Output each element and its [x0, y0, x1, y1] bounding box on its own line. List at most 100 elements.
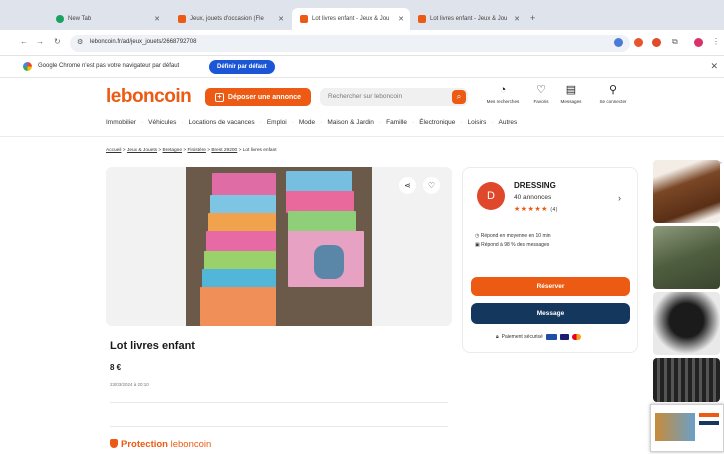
browser-tab-active[interactable]: Lot livres enfant - Jeux & Jou ✕ [292, 8, 410, 30]
ad-date: 23/03/2024 à 20:10 [110, 382, 149, 387]
star-icons: ★★★★★ [514, 206, 548, 213]
reserve-button[interactable]: Réserver [471, 277, 630, 296]
extension-icon[interactable] [652, 38, 661, 47]
category-link[interactable]: Mode [299, 119, 315, 126]
menu-dots-icon[interactable]: ⋮ [712, 37, 720, 46]
preview-bar [699, 413, 719, 417]
tab-label: Lot livres enfant - Jeux & Jou [312, 16, 390, 22]
close-infobar-icon[interactable]: ✕ [710, 61, 718, 72]
default-browser-infobar: Google Chrome n'est pas votre navigateur… [0, 56, 724, 78]
response-rate: Répond à 98 % des messages [481, 242, 550, 248]
picture-in-picture-preview[interactable] [650, 404, 724, 452]
site-header: leboncoin + Déposer une annonce Recherch… [0, 78, 724, 136]
leboncoin-favicon [418, 15, 426, 23]
header-divider [0, 136, 724, 137]
icon-label: Mes recherches [486, 99, 520, 104]
breadcrumb-link[interactable]: Accueil [106, 148, 121, 153]
category-link[interactable]: Loisirs [468, 119, 487, 126]
leboncoin-favicon [300, 15, 308, 23]
close-tab-icon[interactable]: ✕ [398, 15, 404, 23]
chat-icon: ▣ [475, 242, 480, 248]
tab-label: New Tab [68, 16, 92, 22]
ad-image-shorts[interactable] [653, 292, 720, 355]
back-icon[interactable]: ← [20, 37, 28, 46]
share-icon[interactable]: ⋖ [399, 177, 416, 194]
browser-tab[interactable]: Jeux, jouets d'occasion (Fle ✕ [170, 8, 290, 30]
category-link[interactable]: Maison & Jardin [327, 119, 374, 126]
login-link[interactable]: ⚲ Se connecter [592, 84, 634, 104]
new-tab-button[interactable]: + [530, 13, 535, 23]
bell-icon: ◔ [499, 84, 507, 96]
new-tab-icon [56, 15, 64, 23]
response-time: Répond en moyenne en 10 min [480, 233, 551, 239]
browser-tab[interactable]: Lot livres enfant - Jeux & Jou ✕ [410, 8, 526, 30]
secure-payment-label: Paiement sécurisé [501, 334, 543, 340]
rating-count: (4) [550, 207, 558, 213]
chrome-logo-icon [23, 62, 32, 71]
protection-brand: leboncoin [170, 439, 212, 450]
extension-icon[interactable] [634, 38, 643, 47]
leboncoin-logo[interactable]: leboncoin [106, 86, 192, 108]
clock-icon: ◷ [475, 233, 480, 239]
visa-card-icon [559, 334, 569, 340]
search-placeholder: Rechercher sur leboncoin [328, 93, 403, 100]
omnibox[interactable]: ⚙ leboncoin.fr/ad/jeux_jouets/2668792708… [70, 35, 630, 52]
category-link[interactable]: Locations de vacances [189, 119, 255, 126]
ad-image-jacket[interactable] [653, 226, 720, 289]
seller-ad-count: 40 annonces [514, 194, 552, 201]
reload-icon[interactable]: ↻ [54, 37, 61, 46]
ad-price: 8 € [110, 363, 122, 372]
section-divider [110, 402, 448, 403]
post-ad-label: Déposer une annonce [227, 93, 302, 101]
profile-avatar[interactable] [694, 38, 703, 47]
seller-rating: ★★★★★ (4) [514, 205, 558, 213]
breadcrumb: Accueil > Jeux & Jouets > Bretagne > Fin… [106, 148, 277, 153]
icon-label: Messages [560, 99, 582, 104]
chevron-right-icon[interactable]: › [618, 193, 621, 203]
close-tab-icon[interactable]: ✕ [514, 15, 520, 23]
shield-icon [110, 439, 118, 448]
browser-tab-bar: New Tab ✕ Jeux, jouets d'occasion (Fle ✕… [0, 0, 724, 30]
address-bar-row: ← → ↻ ⚙ leboncoin.fr/ad/jeux_jouets/2668… [0, 30, 724, 56]
seller-name[interactable]: DRESSING [514, 181, 556, 190]
close-tab-icon[interactable]: ✕ [278, 15, 284, 23]
set-default-button[interactable]: Définir par défaut [209, 60, 275, 74]
site-info-icon[interactable]: ⚙ [77, 38, 83, 46]
ad-title: Lot livres enfant [110, 340, 195, 352]
extensions-puzzle-icon[interactable]: ⧉ [672, 37, 678, 47]
forward-icon[interactable]: → [36, 37, 44, 46]
category-link[interactable]: Immobilier [106, 119, 136, 126]
breadcrumb-link[interactable]: Finistère [187, 148, 205, 153]
category-link[interactable]: Électronique [419, 119, 455, 126]
category-link[interactable]: Emploi [267, 119, 287, 126]
post-ad-button[interactable]: + Déposer une annonce [205, 88, 311, 106]
saved-searches-link[interactable]: ◔ Mes recherches [482, 84, 524, 104]
photo-gallery[interactable]: ⋖ ♡ [106, 167, 452, 326]
message-button[interactable]: Message [471, 303, 630, 324]
category-link[interactable]: Autres [499, 119, 518, 126]
infobar-message: Google Chrome n'est pas votre navigateur… [38, 63, 180, 69]
category-nav: Immobilier · Véhicules · Locations de vaca… [106, 119, 518, 126]
breadcrumb-link[interactable]: Bretagne [163, 148, 182, 153]
ad-image-bag[interactable] [653, 160, 720, 223]
ad-image-accessory[interactable] [653, 358, 720, 402]
ad-photo[interactable] [186, 167, 372, 326]
category-link[interactable]: Véhicules [148, 119, 176, 126]
section-divider [110, 426, 448, 427]
preview-bar [699, 421, 719, 425]
breadcrumb-link[interactable]: Brest 29200 [211, 148, 237, 153]
lock-icon: 🔒︎ [496, 334, 499, 340]
extension-icon[interactable] [614, 38, 623, 47]
url-text: leboncoin.fr/ad/jeux_jouets/2668792708 [90, 39, 197, 45]
tab-label: Lot livres enfant - Jeux & Jou [430, 16, 508, 22]
browser-tab[interactable]: New Tab ✕ [48, 8, 166, 30]
category-link[interactable]: Famille [386, 119, 407, 126]
favorite-heart-icon[interactable]: ♡ [423, 177, 440, 194]
search-input[interactable]: Rechercher sur leboncoin ⌕ [320, 88, 468, 106]
search-icon[interactable]: ⌕ [452, 90, 466, 104]
breadcrumb-current: Lot livres enfant [242, 148, 277, 153]
seller-avatar[interactable]: D [477, 182, 505, 210]
breadcrumb-link[interactable]: Jeux & Jouets [127, 148, 157, 153]
close-tab-icon[interactable]: ✕ [154, 15, 160, 23]
messages-link[interactable]: ▤ Messages [550, 84, 592, 104]
